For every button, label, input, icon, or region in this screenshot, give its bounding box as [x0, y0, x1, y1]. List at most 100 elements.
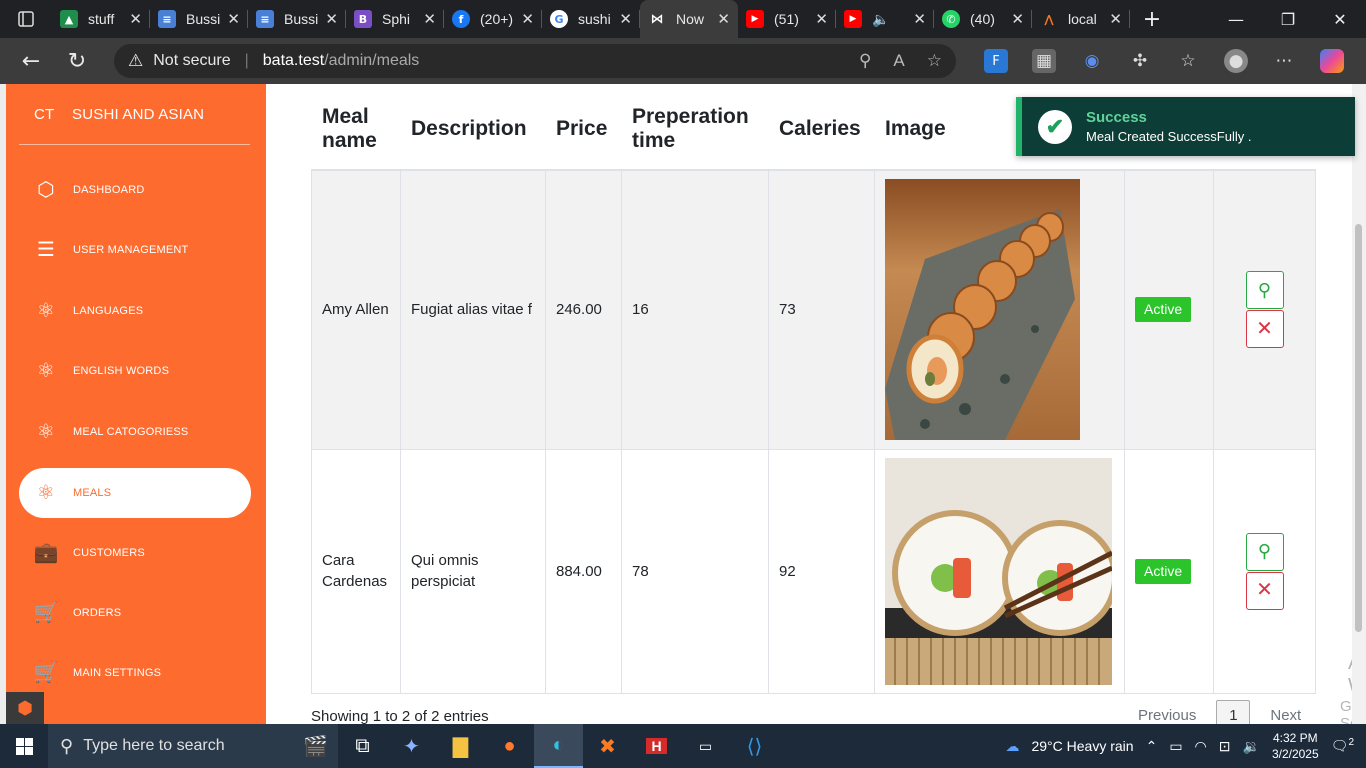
close-window-icon[interactable]: ✕: [1314, 10, 1366, 29]
sidebar-item-meals[interactable]: ⚛ MEALS: [19, 468, 251, 518]
close-tab-icon[interactable]: ✕: [815, 10, 828, 28]
extensions-puzzle-icon[interactable]: ✣: [1128, 49, 1152, 73]
refresh-icon[interactable]: ↻: [54, 49, 100, 74]
page-1-button[interactable]: 1: [1216, 700, 1251, 724]
brand[interactable]: CT SUSHI AND ASIAN: [6, 84, 266, 144]
column-header-description[interactable]: Description: [400, 88, 546, 171]
favorites-icon[interactable]: ☆: [1176, 49, 1200, 73]
heidisql-icon[interactable]: H: [632, 724, 681, 768]
browser-tab[interactable]: ▲ stuff ✕: [52, 0, 150, 38]
favorite-star-icon[interactable]: ☆: [927, 51, 942, 71]
windows-taskbar: ⚲ Type here to search 🎬 ⧉ ✦ ▇ ● ◐ ✖ H ▭ …: [0, 724, 1366, 768]
column-header-preparation-time[interactable]: Preperation time: [621, 88, 769, 171]
new-tab-button[interactable]: +: [1130, 7, 1174, 32]
sidebar-item-languages[interactable]: ⚛ LANGUAGES: [19, 286, 251, 336]
volume-icon[interactable]: 🔉: [1243, 738, 1260, 755]
sidebar-item-main-settings[interactable]: 🛒 MAIN SETTINGS: [19, 648, 251, 698]
close-tab-icon[interactable]: ✕: [129, 10, 142, 28]
browser-tab[interactable]: ≡ Bussi ✕: [150, 0, 248, 38]
close-tab-icon[interactable]: ✕: [325, 10, 338, 28]
bootstrap-icon: B: [354, 10, 372, 28]
cell-description: Fugiat alias vitae f: [400, 169, 546, 450]
cell-status: Active: [1124, 448, 1214, 694]
vscode-icon[interactable]: ⟨⟩: [730, 724, 779, 768]
sidebar-item-label: USER MANAGEMENT: [73, 244, 189, 256]
windows-start-icon[interactable]: [0, 737, 48, 755]
delete-button[interactable]: ✕: [1245, 310, 1284, 349]
xampp-taskbar-icon[interactable]: ✖: [583, 724, 632, 768]
zoom-icon[interactable]: ⚲: [859, 51, 871, 71]
security-label[interactable]: Not secure: [153, 52, 230, 70]
column-header-price[interactable]: Price: [545, 88, 622, 171]
restore-icon[interactable]: ❐: [1262, 10, 1314, 29]
terminal-icon[interactable]: ▭: [681, 724, 730, 768]
success-toast[interactable]: ✔ Success Meal Created SuccessFully .: [1016, 97, 1355, 156]
sidebar-item-english-words[interactable]: ⚛ ENGLISH WORDS: [19, 346, 251, 396]
close-tab-icon[interactable]: ✕: [423, 10, 436, 28]
battery-icon[interactable]: ▭: [1169, 738, 1182, 755]
sidebar-item-orders[interactable]: 🛒 ORDERS: [19, 588, 251, 638]
address-bar[interactable]: ⚠ Not secure | bata.test/admin/meals ⚲ A…: [114, 44, 956, 78]
close-tab-icon[interactable]: ✕: [1109, 10, 1122, 28]
sidebar-item-label: DASHBOARD: [73, 184, 145, 196]
wifi-icon[interactable]: ◠: [1195, 738, 1207, 755]
browser-tab[interactable]: ⋀ local ✕: [1032, 0, 1130, 38]
column-header-meal-name[interactable]: Meal name: [311, 88, 401, 171]
page-scrollbar[interactable]: [1352, 84, 1366, 724]
previous-page-button[interactable]: Previous: [1138, 707, 1196, 724]
scrollbar-thumb[interactable]: [1355, 224, 1362, 632]
taskbar-search[interactable]: ⚲ Type here to search 🎬: [48, 724, 338, 768]
sidebar-item-label: MAIN SETTINGS: [73, 667, 162, 679]
search-placeholder: Type here to search: [83, 737, 225, 754]
browser-tab[interactable]: Gsushi ✕: [542, 0, 640, 38]
task-view-icon[interactable]: ⧉: [338, 724, 387, 768]
column-header-calories[interactable]: Caleries: [768, 88, 875, 171]
lens-extension-icon[interactable]: ◉: [1080, 49, 1104, 73]
view-button[interactable]: ⚲: [1245, 532, 1284, 571]
view-button[interactable]: ⚲: [1245, 271, 1284, 310]
weather-icon[interactable]: ☁: [1005, 738, 1019, 755]
read-aloud-icon[interactable]: A: [893, 51, 904, 71]
firefox-icon[interactable]: ●: [485, 724, 534, 768]
close-tab-icon[interactable]: ✕: [521, 10, 534, 28]
browser-tab[interactable]: ▶ 🔈 ✕: [836, 0, 934, 38]
sidebar-item-user-management[interactable]: ☰ USER MANAGEMENT: [19, 225, 251, 275]
notification-count: 2: [1348, 737, 1354, 749]
back-icon[interactable]: ←: [8, 49, 54, 74]
profile-avatar-icon[interactable]: ●: [1224, 49, 1248, 73]
cell-image: [874, 448, 1125, 694]
browser-tab[interactable]: ▶ (51) ✕: [738, 0, 836, 38]
minimize-icon[interactable]: —: [1210, 10, 1262, 29]
close-tab-icon[interactable]: ✕: [619, 10, 632, 28]
sidebar-item-meal-categories[interactable]: ⚛ MEAL CATOGORIESS: [19, 407, 251, 457]
sidebar-item-customers[interactable]: 💼 CUSTOMERS: [19, 528, 251, 578]
search-icon: ⚲: [1257, 541, 1272, 561]
notification-icon[interactable]: 🗨2: [1331, 737, 1354, 755]
browser-tab[interactable]: ✆ (40) ✕: [934, 0, 1032, 38]
close-tab-icon[interactable]: ✕: [227, 10, 240, 28]
clock[interactable]: 4:32 PM 3/2/2025: [1272, 730, 1319, 762]
delete-button[interactable]: ✕: [1245, 571, 1284, 610]
laravel-icon[interactable]: ⬢: [6, 692, 44, 724]
sidebar-item-dashboard[interactable]: ⬡ DASHBOARD: [19, 165, 251, 215]
weather-text[interactable]: 29°C Heavy rain: [1031, 738, 1133, 754]
next-page-button[interactable]: Next: [1270, 707, 1301, 724]
file-explorer-icon[interactable]: ▇: [436, 724, 485, 768]
browser-tab[interactable]: f (20+) ✕: [444, 0, 542, 38]
browser-tab-active[interactable]: ⋈ Now ✕: [640, 0, 738, 38]
close-tab-icon[interactable]: ✕: [717, 10, 730, 28]
chevron-up-icon[interactable]: ⌃: [1146, 738, 1158, 755]
close-tab-icon[interactable]: ✕: [1011, 10, 1024, 28]
copilot-icon[interactable]: [1320, 49, 1344, 73]
network-icon[interactable]: ⊡: [1219, 738, 1231, 755]
atom-icon: ⚛: [36, 421, 56, 443]
edge-icon[interactable]: ◐: [534, 724, 583, 768]
copilot-taskbar-icon[interactable]: ✦: [387, 724, 436, 768]
close-tab-icon[interactable]: ✕: [913, 10, 926, 28]
browser-tab[interactable]: B Sphi ✕: [346, 0, 444, 38]
browser-tab[interactable]: ≡ Bussi ✕: [248, 0, 346, 38]
extension-f-icon[interactable]: F: [984, 49, 1008, 73]
more-menu-icon[interactable]: ⋯: [1272, 49, 1296, 73]
tab-actions-icon[interactable]: [0, 0, 52, 38]
qr-extension-icon[interactable]: ▦: [1032, 49, 1056, 73]
